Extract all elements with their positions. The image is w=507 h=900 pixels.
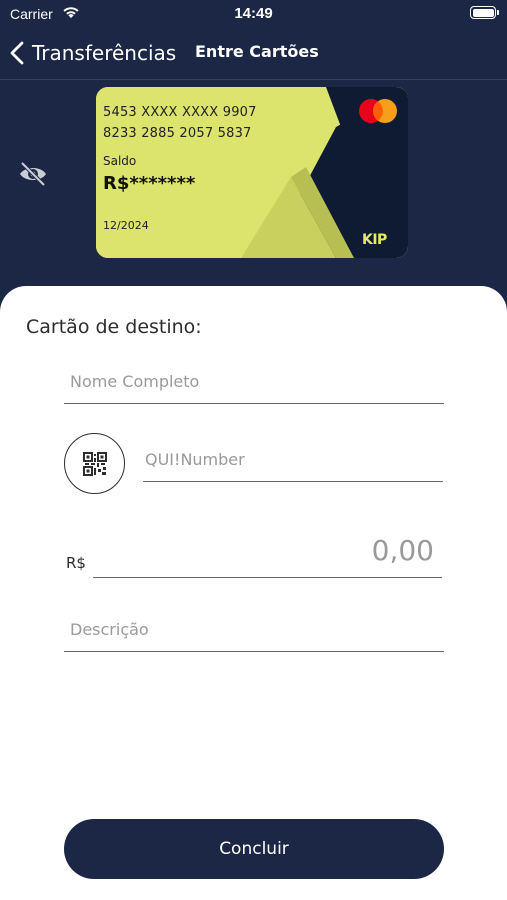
status-bar: Carrier 14:49: [0, 0, 507, 28]
battery-icon: [470, 6, 499, 19]
chevron-left-icon: [10, 41, 24, 65]
eye-off-icon[interactable]: [17, 160, 49, 188]
currency-label: R$: [66, 554, 86, 572]
balance-label: Saldo: [103, 154, 137, 168]
description-field: [64, 616, 444, 652]
section-title: Cartão de destino:: [26, 316, 202, 338]
payment-card[interactable]: 5453 XXXX XXXX 9907 8233 2885 2057 5837 …: [96, 87, 408, 258]
full-name-field: [64, 368, 444, 404]
page-title: Entre Cartões: [195, 42, 319, 61]
status-time: 14:49: [234, 5, 273, 22]
back-label: Transferências: [32, 41, 177, 65]
description-input[interactable]: [64, 616, 444, 643]
card-number-line-1: 5453 XXXX XXXX 9907: [103, 105, 257, 120]
qr-code-icon: [82, 451, 107, 476]
balance-value: R$*******: [103, 173, 196, 194]
qr-scan-button[interactable]: [64, 433, 125, 494]
destination-card-panel: Cartão de destino: R$: [0, 286, 507, 900]
qui-number-field: [143, 446, 443, 482]
nav-bar: Transferências Entre Cartões: [0, 28, 507, 80]
nav-divider: [0, 79, 507, 80]
card-expiry: 12/2024: [103, 219, 149, 232]
mastercard-logo-icon: [359, 99, 397, 123]
confirm-button[interactable]: Concluir: [64, 819, 444, 879]
card-number-line-2: 8233 2885 2057 5837: [103, 126, 252, 141]
amount-input[interactable]: [93, 530, 442, 571]
back-button[interactable]: Transferências: [10, 38, 176, 68]
kip-logo: KIP: [362, 232, 387, 248]
qui-number-input[interactable]: [143, 446, 443, 473]
full-name-input[interactable]: [64, 368, 444, 395]
amount-field: [93, 530, 442, 578]
